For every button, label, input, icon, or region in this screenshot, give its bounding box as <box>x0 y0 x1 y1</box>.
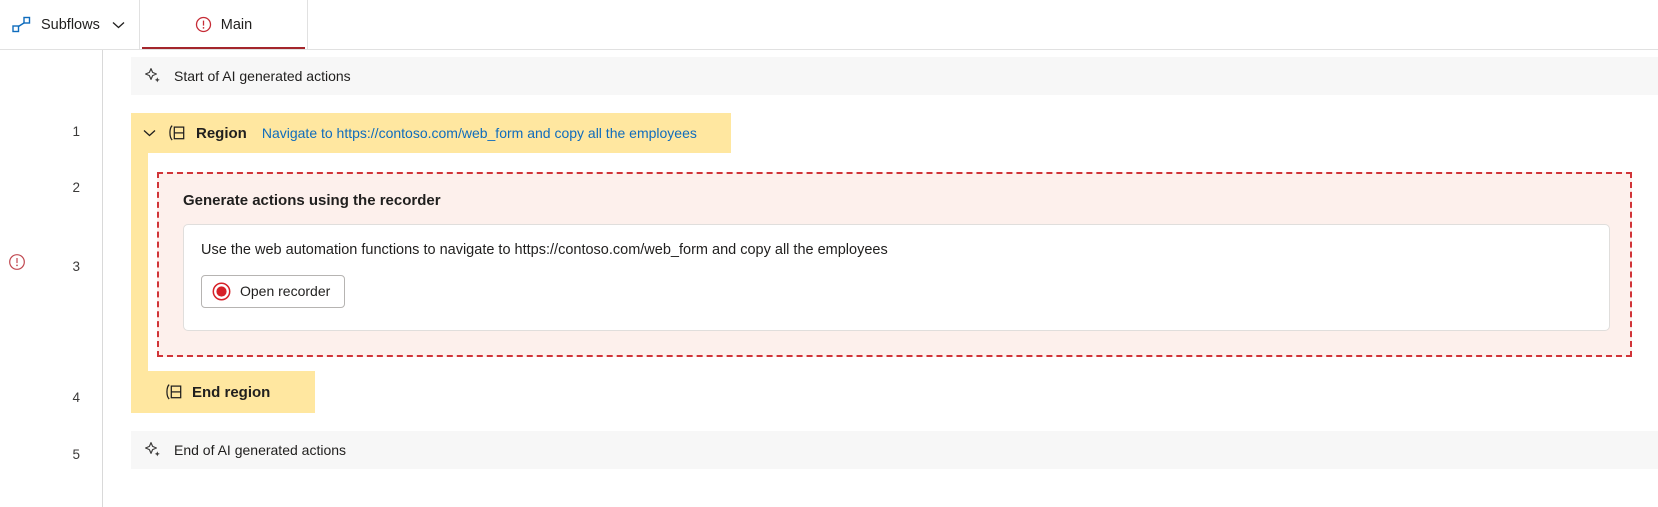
subflows-label: Subflows <box>41 16 100 33</box>
line-number: 4 <box>72 390 80 405</box>
region-title: Region <box>196 124 247 142</box>
toolbar: Subflows Main <box>0 0 1658 50</box>
line-number-gutter: 1 2 3 4 5 <box>0 50 103 507</box>
line-number: 2 <box>72 180 80 195</box>
row-ai-end[interactable]: End of AI generated actions <box>131 431 1658 469</box>
chevron-down-icon[interactable] <box>112 21 125 29</box>
row-region-end-label: End region <box>192 383 271 401</box>
error-circle-icon <box>195 16 212 33</box>
row-region-start[interactable]: Region Navigate to https://contoso.com/w… <box>131 113 731 153</box>
open-recorder-button[interactable]: Open recorder <box>201 274 346 308</box>
line-number: 1 <box>72 124 80 139</box>
tab-main[interactable]: Main <box>140 0 308 49</box>
row-error-icon[interactable] <box>8 253 26 271</box>
recorder-card: Generate actions using the recorder Use … <box>157 172 1632 357</box>
recorder-panel: Use the web automation functions to navi… <box>183 224 1610 331</box>
flow-rows: Start of AI generated actions Region Nav… <box>103 50 1658 507</box>
open-recorder-label: Open recorder <box>240 283 331 299</box>
row-ai-end-label: End of AI generated actions <box>174 442 347 458</box>
region-icon <box>163 383 183 401</box>
recorder-prompt-text: Use the web automation functions to navi… <box>201 242 888 258</box>
subflows-button[interactable]: Subflows <box>0 0 140 49</box>
line-number: 5 <box>72 447 80 462</box>
tab-main-label: Main <box>220 16 253 33</box>
row-ai-start-label: Start of AI generated actions <box>174 68 351 84</box>
record-circle-icon <box>212 282 231 301</box>
subflows-icon <box>12 16 31 33</box>
sparkle-icon <box>144 67 162 85</box>
region-description[interactable]: Navigate to https://contoso.com/web_form… <box>262 125 697 141</box>
chevron-down-icon[interactable] <box>141 127 158 139</box>
toolbar-spacer <box>308 0 1658 49</box>
row-ai-start[interactable]: Start of AI generated actions <box>131 57 1658 95</box>
flow-workspace: 1 2 3 4 5 Start of AI generated actions <box>0 50 1658 507</box>
recorder-heading: Generate actions using the recorder <box>183 192 441 209</box>
region-icon <box>166 124 186 142</box>
sparkle-icon <box>144 441 162 459</box>
row-region-end[interactable]: End region <box>131 371 315 413</box>
line-number: 3 <box>72 259 80 274</box>
